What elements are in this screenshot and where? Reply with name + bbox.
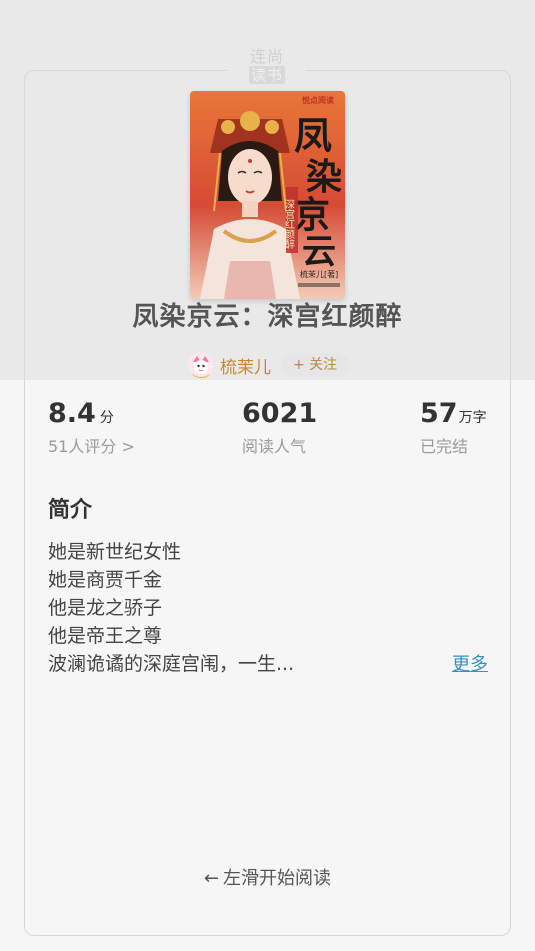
popularity-label: 阅读人气 [242,437,307,456]
cover-subtitle: 深宫红颜醉 [283,199,295,249]
popularity-stat: 6021 阅读人气 [242,398,317,457]
avatar-icon[interactable] [188,352,214,378]
cover-title-char-2: 染 [306,156,342,198]
rating-stat[interactable]: 8.4 分 51人评分 > [48,398,135,457]
app-logo: 连尚 读书 [236,48,298,84]
intro-line: 他是帝王之尊 [48,625,163,647]
cover-title-char-3: 京 [294,194,330,236]
book-stats: 8.4 分 51人评分 > 6021 阅读人气 57万字 已完结 [48,398,488,462]
intro-line: 他是龙之骄子 [48,597,163,619]
intro-text: 她是新世纪女性 她是商贾千金 他是龙之骄子 他是帝王之尊 波澜诡谲的深庭宫闱，一… [48,538,448,678]
cover-title-char-1: 凤 [294,113,332,158]
book-cover[interactable]: 悦点阅读 凤 染 京 云 深宫红颜醉 梳茉儿[著] [190,91,345,299]
follow-button[interactable]: + 关注 [281,353,350,377]
intro-line: 她是新世纪女性 [48,541,182,563]
intro-line: 波澜诡谲的深庭宫闱，一生... [48,653,295,675]
rating-count-link[interactable]: 51人评分 > [48,433,135,457]
left-arrow-icon: ← [203,868,220,889]
cover-title-char-4: 云 [302,232,336,272]
intro-heading: 简介 [48,498,93,523]
completion-status: 已完结 [420,437,469,456]
rating-unit: 分 [99,410,114,426]
word-count-stat: 57万字 已完结 [420,398,487,457]
author-name[interactable]: 梳茉儿 [220,353,271,378]
cover-publisher-badge: 悦点阅读 [302,95,334,105]
word-count-value: 57 [420,398,458,429]
book-title: 凤染京云：深宫红颜醉 [132,302,403,332]
logo-line-1: 连尚 [249,47,284,66]
logo-line-2: 读书 [248,66,285,84]
intro-line: 她是商贾千金 [48,569,163,591]
popularity-value: 6021 [242,398,318,429]
cover-author: 梳茉儿[著] [300,269,338,279]
swipe-label: 左滑开始阅读 [223,868,332,889]
swipe-to-read-hint[interactable]: ← 左滑开始阅读 [0,864,535,890]
word-count-unit: 万字 [458,410,487,426]
more-link[interactable]: 更多 [452,650,488,676]
author-row: 梳茉儿 + 关注 [188,352,350,378]
rating-value: 8.4 [48,398,96,429]
